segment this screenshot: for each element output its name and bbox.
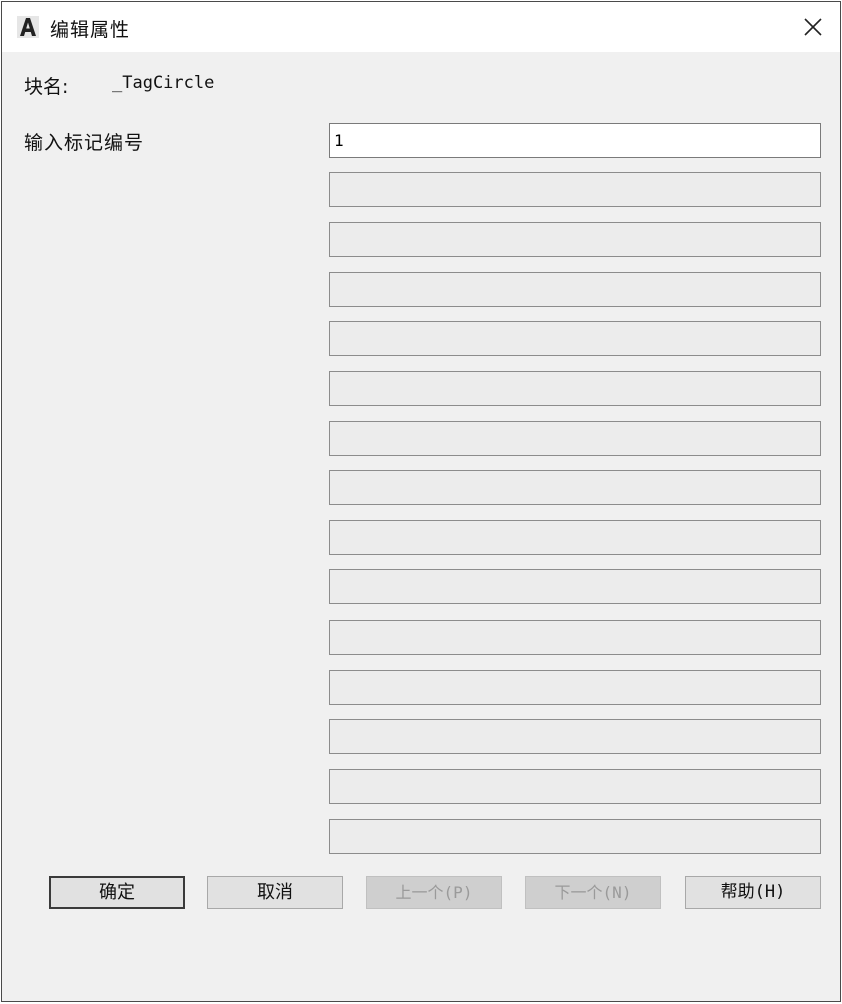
attribute-field-empty[interactable] — [329, 670, 821, 705]
attribute-field-empty[interactable] — [329, 172, 821, 207]
block-name-value: _TagCircle — [112, 73, 215, 93]
attribute-field-empty[interactable] — [329, 769, 821, 804]
attribute-field-empty[interactable] — [329, 470, 821, 505]
attribute-field-empty[interactable] — [329, 321, 821, 356]
help-button[interactable]: 帮助(H) — [685, 876, 821, 909]
next-button[interactable]: 下一个(N) — [525, 876, 661, 909]
edit-attributes-dialog: 编辑属性 块名: _TagCircle 输入标记编号 确定 取消 上一个(P) … — [1, 1, 841, 1002]
block-name-label: 块名: — [24, 76, 69, 98]
title-bar: 编辑属性 — [2, 2, 840, 52]
attribute-field-empty[interactable] — [329, 421, 821, 456]
attribute-field-empty[interactable] — [329, 819, 821, 854]
autocad-a-icon — [17, 16, 39, 38]
close-icon[interactable] — [800, 14, 826, 40]
attribute-field-empty[interactable] — [329, 520, 821, 555]
ok-button[interactable]: 确定 — [49, 876, 185, 909]
attribute-field-empty[interactable] — [329, 569, 821, 604]
attribute-field-empty[interactable] — [329, 371, 821, 406]
previous-button[interactable]: 上一个(P) — [366, 876, 502, 909]
attribute-field-empty[interactable] — [329, 272, 821, 307]
cancel-button[interactable]: 取消 — [207, 876, 343, 909]
attribute-field-empty[interactable] — [329, 620, 821, 655]
attribute-value-input[interactable] — [329, 123, 821, 158]
dialog-title: 编辑属性 — [50, 19, 131, 41]
attribute-field-empty[interactable] — [329, 222, 821, 257]
attribute-field-empty[interactable] — [329, 719, 821, 754]
attribute-prompt-label: 输入标记编号 — [24, 132, 145, 154]
